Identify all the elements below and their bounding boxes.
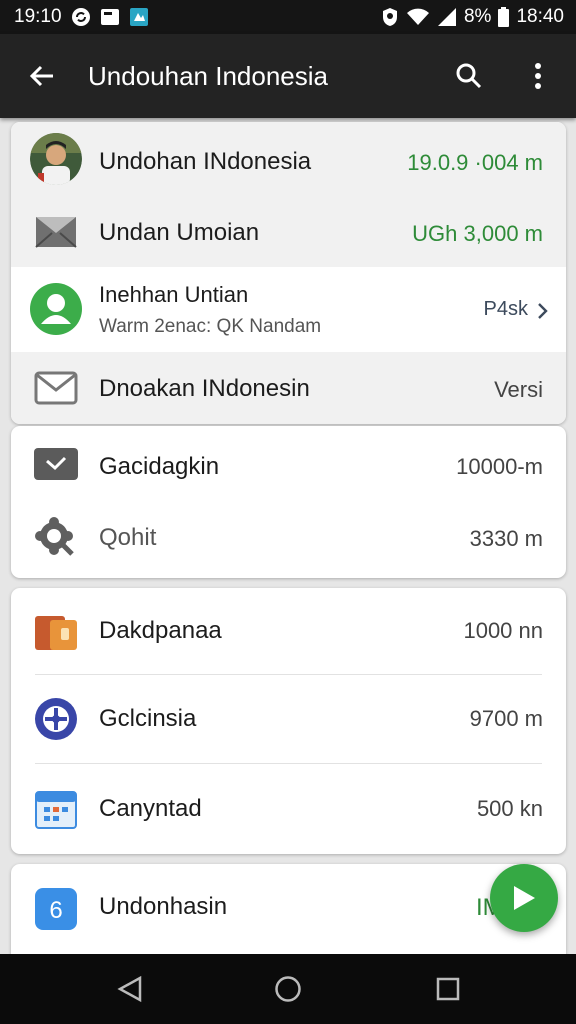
play-icon <box>514 886 535 910</box>
number-six-icon: 6 <box>30 883 82 935</box>
list-item-label: Qohit <box>99 524 157 551</box>
status-bar: 19:10 8% 18:40 <box>0 0 576 34</box>
card-extra: 6 Undonhasin IMo <box>11 864 566 964</box>
list-item[interactable]: Qohit 3330 m <box>11 502 566 578</box>
list-item-value: 9700 m <box>469 706 543 731</box>
chevron-right-icon <box>538 303 548 319</box>
nav-home-button[interactable] <box>264 966 312 1012</box>
compass-icon <box>30 693 82 745</box>
search-button[interactable] <box>445 52 493 100</box>
list-item-label: Undohan INdonesia <box>99 148 312 175</box>
nav-back-button[interactable] <box>106 966 154 1012</box>
gear-search-icon <box>30 512 82 564</box>
list-item-value: P4sk <box>483 298 528 320</box>
more-vert-icon <box>535 63 541 89</box>
list-item[interactable]: Undan Umoian UGh 3,000 m <box>11 195 566 267</box>
list-item-label: Inehhan Untian <box>99 282 249 307</box>
list-item[interactable]: Canyntad 500 kn <box>11 764 566 854</box>
list-item[interactable]: Dakdpanaa 1000 nn <box>11 588 566 674</box>
search-icon <box>456 63 482 89</box>
nav-recents-icon <box>436 977 460 1001</box>
nav-back-icon <box>117 975 142 1003</box>
list-item-label: Dnoakan INdonesin <box>99 375 310 402</box>
list-item-label: Undan Umoian <box>99 219 260 246</box>
wifi-icon <box>406 7 430 27</box>
avatar <box>30 133 82 185</box>
battery-percent: 8% <box>463 6 492 27</box>
page-title: Undouhan Indonesia <box>88 60 328 91</box>
list-item-sublabel: Warm 2enac: QK Nandam <box>99 316 322 337</box>
list-item[interactable]: Dnoakan INdonesin Versi <box>11 352 566 424</box>
app-icon <box>129 7 149 27</box>
person-icon <box>30 283 82 335</box>
image-icon <box>100 7 120 27</box>
list-item[interactable]: Gacidagkin 10000-m <box>11 426 566 502</box>
list-item-label: Gclcinsia <box>99 705 197 732</box>
list-item-value: Versi <box>494 377 543 402</box>
more-options-button[interactable] <box>516 52 560 100</box>
card-tools: Dakdpanaa 1000 nn Gclcinsia 9700 m Canyn… <box>11 588 566 854</box>
nav-recents-button[interactable] <box>424 966 472 1012</box>
list-item-value: UGh 3,000 m <box>412 221 543 246</box>
list-item-value: 3330 m <box>469 526 543 551</box>
card-accounts: Undohan INdonesia 19.0.9 ·004 m Undan Um… <box>11 122 566 424</box>
back-button[interactable] <box>0 34 84 118</box>
nav-home-icon <box>275 976 301 1002</box>
shield-icon <box>381 7 399 27</box>
status-time-right: 18:40 <box>516 6 564 27</box>
navigation-bar <box>0 954 576 1024</box>
sync-icon <box>71 7 91 27</box>
mail-icon <box>30 362 82 414</box>
app-bar: Undouhan Indonesia <box>0 34 576 118</box>
list-item[interactable]: Inehhan Untian Warm 2enac: QK Nandam P4s… <box>11 267 566 352</box>
status-time-left: 19:10 <box>14 6 62 27</box>
fab-play-button[interactable] <box>490 864 558 932</box>
mail-open-icon <box>30 205 82 257</box>
calendar-icon <box>30 783 82 835</box>
list-item-value: 10000-m <box>456 454 543 479</box>
battery-icon <box>498 7 510 27</box>
list-item-value: 19.0.9 ·004 m <box>407 150 543 175</box>
svg-text:6: 6 <box>49 897 62 924</box>
signal-icon <box>437 7 457 27</box>
list-item[interactable]: 6 Undonhasin IMo <box>11 864 566 950</box>
card-settings: Gacidagkin 10000-m Qohit 3330 m <box>11 426 566 578</box>
list-item[interactable]: Gclcinsia 9700 m <box>11 675 566 763</box>
list-item-value: 500 kn <box>476 796 543 821</box>
list-item-label: Dakdpanaa <box>99 617 222 644</box>
wallet-icon <box>30 605 82 657</box>
list-item-label: Canyntad <box>99 795 202 822</box>
list-item[interactable]: Undohan INdonesia 19.0.9 ·004 m <box>11 122 566 195</box>
checkbox-icon <box>30 438 82 490</box>
list-item-label: Undonhasin <box>99 893 228 920</box>
list-item-label: Gacidagkin <box>99 453 220 480</box>
list-item-value: 1000 nn <box>463 618 543 643</box>
arrow-left-icon <box>29 65 53 87</box>
